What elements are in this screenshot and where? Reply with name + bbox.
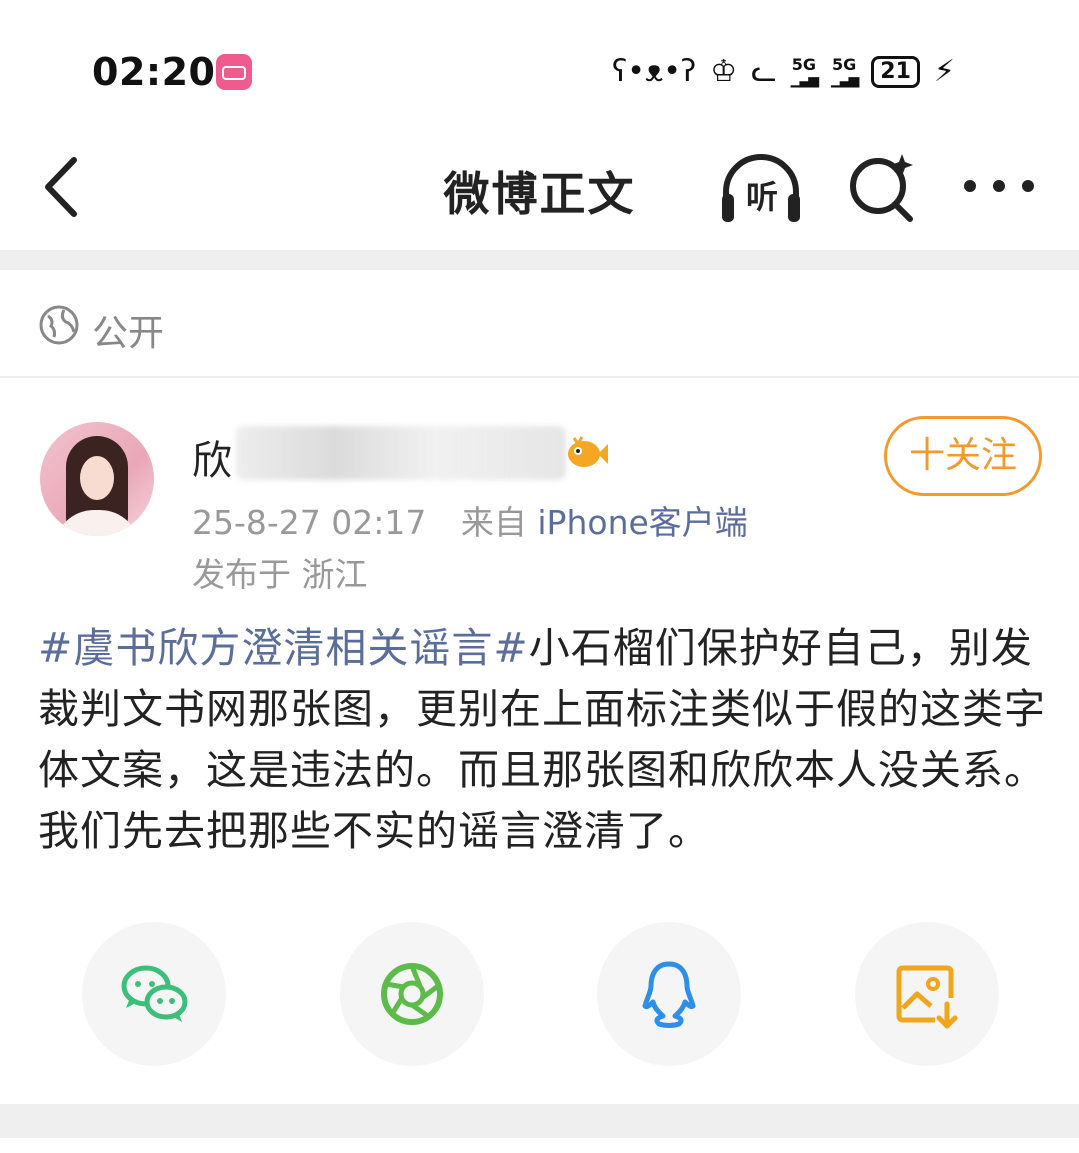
- post-meta: 25-8-27 02:17 来自 iPhone客户端: [192, 496, 748, 544]
- bilibili-icon: [216, 54, 252, 90]
- divider: [0, 250, 1079, 270]
- cat-face-icon: ᓚ: [751, 54, 777, 89]
- redacted-name-blur: [236, 426, 566, 480]
- status-bar: 02:20 ʕ•ᴥ•ʔ ♔ ᓚ 5G ▁▃▅ 5G ▁▃▅ 21 ⚡: [0, 0, 1079, 130]
- follow-button[interactable]: 十关注: [884, 416, 1042, 496]
- topic-hashtag[interactable]: #虞书欣方澄清相关谣言#: [38, 624, 529, 672]
- share-wechat-button[interactable]: [82, 922, 226, 1066]
- qq-icon: [642, 961, 696, 1028]
- post-body: #虞书欣方澄清相关谣言#小石榴们保护好自己，别发裁判文书网那张图，更别在上面标注…: [38, 618, 1048, 862]
- status-icons: ʕ•ᴥ•ʔ ♔ ᓚ 5G ▁▃▅ 5G ▁▃▅ 21 ⚡: [612, 50, 955, 94]
- share-save-image-button[interactable]: [855, 922, 999, 1066]
- moments-icon: [381, 963, 443, 1025]
- visibility-label: 公开: [92, 313, 165, 354]
- post-source[interactable]: iPhone客户端: [537, 503, 747, 542]
- network-indicator-2: 5G ▁▃▅: [830, 55, 859, 88]
- post-timestamp: 25-8-27 02:17: [192, 503, 427, 542]
- face-icon: ʕ•ᴥ•ʔ: [612, 54, 697, 89]
- more-icon[interactable]: [960, 168, 1038, 204]
- status-time: 02:20: [92, 50, 216, 94]
- avatar[interactable]: [40, 422, 154, 536]
- crown-face-icon: ♔: [710, 54, 738, 89]
- battery-indicator: 21: [871, 56, 920, 88]
- search-icon[interactable]: [846, 152, 918, 224]
- network-indicator-1: 5G ▁▃▅: [790, 55, 819, 88]
- author-name[interactable]: 欣: [192, 428, 232, 486]
- visibility-row: 公开: [0, 270, 1079, 378]
- signal-icon: ▁▃▅: [790, 72, 819, 88]
- source-prefix: 来自: [460, 503, 527, 542]
- share-moments-button[interactable]: [340, 922, 484, 1066]
- fish-badge-icon: [568, 436, 608, 467]
- globe-icon: [39, 305, 79, 345]
- save-image-icon: [896, 965, 958, 1029]
- post-location: 发布于 浙江: [192, 555, 368, 594]
- share-qq-button[interactable]: [597, 922, 741, 1066]
- divider: [0, 1104, 1079, 1138]
- nav-bar: 微博正文 听: [0, 130, 1079, 250]
- charging-icon: ⚡: [933, 54, 955, 89]
- signal-icon: ▁▃▅: [830, 72, 859, 88]
- wechat-icon: [121, 965, 188, 1022]
- listen-label: 听: [745, 178, 778, 216]
